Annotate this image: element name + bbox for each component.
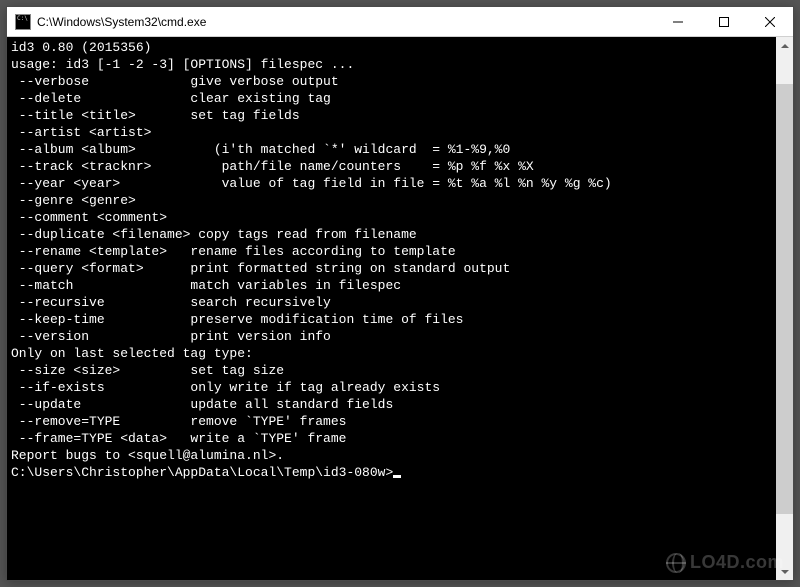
output-line: --frame=TYPE <data> write a `TYPE' frame — [11, 430, 772, 447]
output-line: --rename <template> rename files accordi… — [11, 243, 772, 260]
console-area: id3 0.80 (2015356)usage: id3 [-1 -2 -3] … — [7, 37, 793, 580]
output-line: id3 0.80 (2015356) — [11, 39, 772, 56]
cursor — [393, 475, 401, 478]
scroll-up-button[interactable] — [776, 37, 793, 54]
output-line: --delete clear existing tag — [11, 90, 772, 107]
close-button[interactable] — [747, 7, 793, 37]
output-line: --comment <comment> — [11, 209, 772, 226]
output-line: --size <size> set tag size — [11, 362, 772, 379]
console-output[interactable]: id3 0.80 (2015356)usage: id3 [-1 -2 -3] … — [7, 37, 776, 580]
output-line: --remove=TYPE remove `TYPE' frames — [11, 413, 772, 430]
output-line: --match match variables in filespec — [11, 277, 772, 294]
output-line: --version print version info — [11, 328, 772, 345]
cmd-window: C:\Windows\System32\cmd.exe id3 0.80 (20… — [6, 6, 794, 581]
scroll-down-button[interactable] — [776, 563, 793, 580]
close-icon — [765, 17, 775, 27]
chevron-up-icon — [781, 42, 789, 50]
output-line: --year <year> value of tag field in file… — [11, 175, 772, 192]
output-line: --recursive search recursively — [11, 294, 772, 311]
scrollbar-track[interactable] — [776, 54, 793, 563]
output-line: Report bugs to <squell@alumina.nl>. — [11, 447, 772, 464]
chevron-down-icon — [781, 568, 789, 576]
output-line: usage: id3 [-1 -2 -3] [OPTIONS] filespec… — [11, 56, 772, 73]
maximize-icon — [719, 17, 729, 27]
output-line: --album <album> (i'th matched `*' wildca… — [11, 141, 772, 158]
output-line: --genre <genre> — [11, 192, 772, 209]
window-title: C:\Windows\System32\cmd.exe — [37, 15, 655, 29]
output-line: --verbose give verbose output — [11, 73, 772, 90]
output-line: --keep-time preserve modification time o… — [11, 311, 772, 328]
output-line: --update update all standard fields — [11, 396, 772, 413]
output-line: --query <format> print formatted string … — [11, 260, 772, 277]
prompt-line: C:\Users\Christopher\AppData\Local\Temp\… — [11, 464, 772, 481]
cmd-icon — [15, 14, 31, 30]
scrollbar-thumb[interactable] — [776, 84, 793, 514]
minimize-button[interactable] — [655, 7, 701, 37]
minimize-icon — [673, 17, 683, 27]
output-line: --if-exists only write if tag already ex… — [11, 379, 772, 396]
titlebar[interactable]: C:\Windows\System32\cmd.exe — [7, 7, 793, 37]
output-line: --artist <artist> — [11, 124, 772, 141]
vertical-scrollbar[interactable] — [776, 37, 793, 580]
output-line: --track <tracknr> path/file name/counter… — [11, 158, 772, 175]
output-line: --title <title> set tag fields — [11, 107, 772, 124]
maximize-button[interactable] — [701, 7, 747, 37]
output-line: Only on last selected tag type: — [11, 345, 772, 362]
output-line: --duplicate <filename> copy tags read fr… — [11, 226, 772, 243]
